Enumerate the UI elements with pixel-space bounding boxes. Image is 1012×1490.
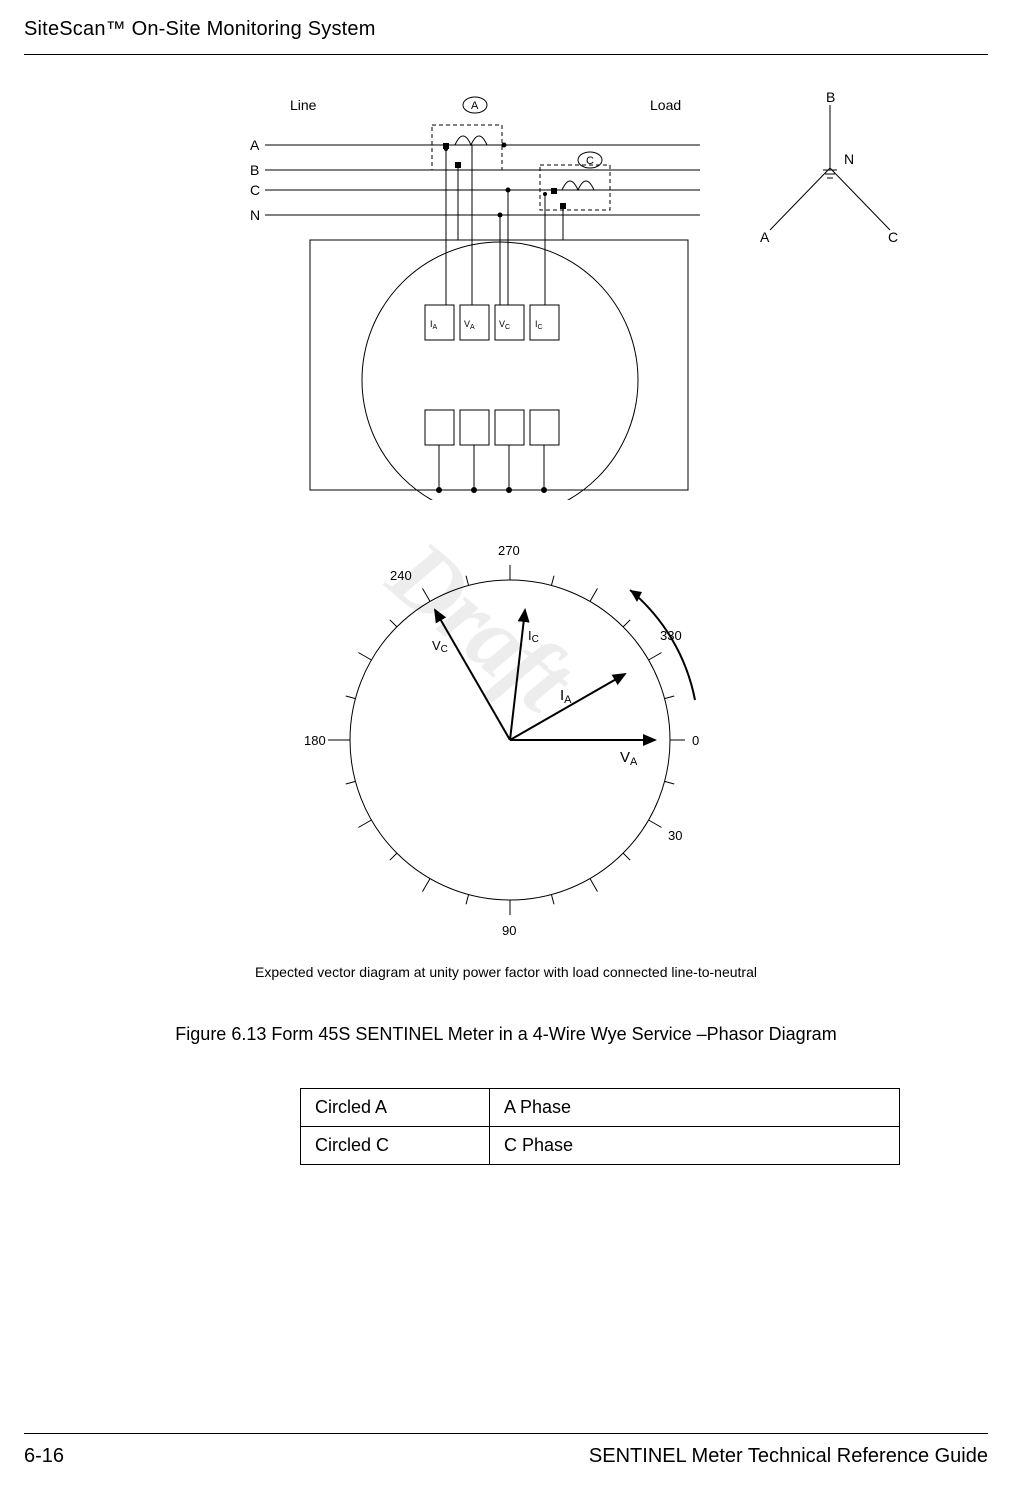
- tick-180: 180: [304, 733, 326, 748]
- header-title: SiteScan™ On-Site Monitoring System: [24, 18, 376, 41]
- phasor-diagram: 0 30 90 180 240 270 330 VA: [0, 500, 1012, 970]
- line-label: Line: [290, 97, 317, 113]
- line-c-label: C: [250, 182, 260, 198]
- footer-title: SENTINEL Meter Technical Reference Guide: [589, 1445, 988, 1468]
- tick-330: 330: [660, 628, 682, 643]
- figure-caption: Figure 6.13 Form 45S SENTINEL Meter in a…: [0, 1024, 1012, 1045]
- page-number: 6-16: [24, 1445, 64, 1468]
- legend-val: A Phase: [490, 1089, 900, 1127]
- wiring-diagram: Line Load A B C N A: [0, 70, 1012, 500]
- vec-vc-label: VC: [432, 638, 448, 655]
- legend-key: Circled A: [301, 1089, 490, 1127]
- legend-key: Circled C: [301, 1127, 490, 1165]
- wye-a: A: [760, 229, 770, 245]
- tick-0: 0: [692, 733, 699, 748]
- tick-90: 90: [502, 923, 516, 938]
- term-ic: IC: [535, 319, 543, 331]
- footer-rule: [24, 1433, 988, 1434]
- wye-n: N: [844, 151, 854, 167]
- table-row: Circled C C Phase: [301, 1127, 900, 1165]
- term-vc: VC: [499, 319, 510, 331]
- ct-c-label: C: [586, 155, 594, 167]
- wye-c: C: [888, 229, 898, 245]
- tick-240: 240: [390, 568, 412, 583]
- term-ia: IA: [430, 319, 438, 331]
- header-rule: [24, 54, 988, 55]
- line-a-label: A: [250, 137, 260, 153]
- legend-table: Circled A A Phase Circled C C Phase: [300, 1088, 900, 1165]
- term-va: VA: [464, 319, 475, 331]
- vec-ia-label: IA: [560, 687, 572, 706]
- tick-30: 30: [668, 828, 682, 843]
- load-label: Load: [650, 97, 681, 113]
- line-b-label: B: [250, 162, 259, 178]
- tick-270: 270: [498, 543, 520, 558]
- ct-a-label: A: [471, 100, 479, 112]
- line-n-label: N: [250, 207, 260, 223]
- wye-symbol: B N A C: [760, 89, 898, 245]
- wye-b: B: [826, 89, 835, 105]
- legend-val: C Phase: [490, 1127, 900, 1165]
- table-row: Circled A A Phase: [301, 1089, 900, 1127]
- vec-va-label: VA: [620, 749, 638, 768]
- vec-ic-label: IC: [528, 628, 539, 645]
- vector-caption: Expected vector diagram at unity power f…: [0, 964, 1012, 980]
